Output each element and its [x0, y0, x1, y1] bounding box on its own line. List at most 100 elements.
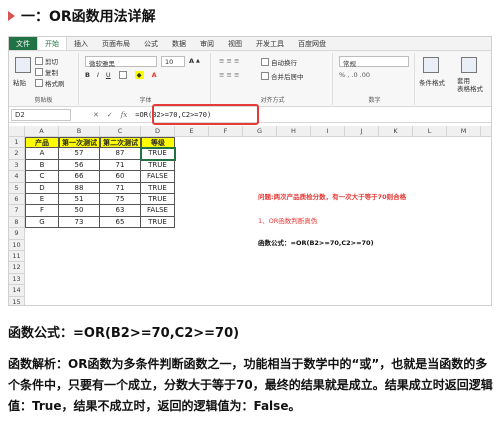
tab-review[interactable]: 审阅: [193, 37, 221, 50]
fill-color-button[interactable]: ◆: [134, 71, 144, 79]
align-top-buttons[interactable]: ≡ ≡ ≡: [219, 57, 239, 65]
table-cell[interactable]: E: [25, 194, 59, 206]
tab-view[interactable]: 视图: [221, 37, 249, 50]
font-name-select[interactable]: 微软雅黑: [85, 56, 157, 68]
border-icon[interactable]: [118, 71, 127, 79]
table-cell[interactable]: TRUE: [141, 216, 175, 229]
table-cell[interactable]: 65: [100, 216, 141, 229]
column-header-m[interactable]: M: [447, 126, 481, 137]
font-size-select[interactable]: 10: [161, 56, 185, 67]
column-header-c[interactable]: C: [100, 126, 141, 137]
table-cell[interactable]: 51: [59, 194, 100, 206]
copy-button[interactable]: 复制: [35, 67, 58, 77]
column-header-l[interactable]: L: [413, 126, 447, 137]
tab-insert[interactable]: 插入: [67, 37, 95, 50]
row-header-14[interactable]: 14: [9, 285, 25, 297]
table-cell[interactable]: 75: [100, 194, 141, 206]
row-header-12[interactable]: 12: [9, 262, 25, 274]
table-cell[interactable]: TRUE: [141, 194, 175, 206]
row-header-5[interactable]: 5: [9, 182, 25, 194]
column-header-e[interactable]: E: [175, 126, 209, 137]
number-format-select[interactable]: 常规: [339, 56, 409, 68]
table-header-cell[interactable]: 第二次测试: [100, 137, 141, 149]
copy-label: 复制: [45, 69, 58, 77]
row-header-2[interactable]: 2: [9, 148, 25, 160]
table-cell[interactable]: 87: [100, 148, 141, 160]
column-header-n[interactable]: N: [481, 126, 491, 137]
table-cell[interactable]: 60: [100, 171, 141, 183]
table-cell[interactable]: 73: [59, 216, 100, 229]
merge-center-button[interactable]: 合并后居中: [261, 71, 304, 81]
row-header-6[interactable]: 6: [9, 194, 25, 206]
font-color-button[interactable]: A: [152, 71, 157, 79]
row-header-15[interactable]: 15: [9, 296, 25, 305]
row-header-10[interactable]: 10: [9, 239, 25, 251]
formula-paragraph: 函数公式：=OR(B2>=70,C2>=70): [8, 326, 240, 341]
underline-button[interactable]: U: [106, 71, 111, 79]
paste-button[interactable]: 粘贴: [13, 77, 26, 87]
row-header-1[interactable]: 1: [9, 137, 25, 149]
table-header-cell[interactable]: 第一次测试: [59, 137, 100, 149]
column-header-h[interactable]: H: [277, 126, 311, 137]
insert-function-icon[interactable]: fx: [121, 111, 128, 119]
tab-home[interactable]: 开始: [37, 37, 67, 50]
table-cell[interactable]: C: [25, 171, 59, 183]
table-cell[interactable]: D: [25, 182, 59, 194]
name-box[interactable]: D2: [11, 108, 71, 121]
table-cell[interactable]: 63: [100, 205, 141, 217]
font-grow-button[interactable]: A ▲: [189, 57, 200, 65]
tab-data[interactable]: 数据: [165, 37, 193, 50]
table-cell[interactable]: 57: [59, 148, 100, 160]
table-cell[interactable]: B: [25, 159, 59, 172]
table-cell[interactable]: FALSE: [141, 205, 175, 217]
conditional-format-button[interactable]: 条件格式: [419, 77, 445, 87]
tab-developer[interactable]: 开发工具: [249, 37, 291, 50]
table-cell[interactable]: 88: [59, 182, 100, 194]
table-cell[interactable]: 56: [59, 159, 100, 172]
cancel-icon[interactable]: ✕: [93, 111, 99, 119]
table-cell[interactable]: 50: [59, 205, 100, 217]
table-cell[interactable]: FALSE: [141, 171, 175, 183]
table-cell[interactable]: TRUE: [141, 159, 175, 172]
table-header-cell[interactable]: 产品: [25, 137, 59, 149]
column-header-g[interactable]: G: [243, 126, 277, 137]
table-header-cell[interactable]: 等级: [141, 137, 175, 149]
table-cell[interactable]: F: [25, 205, 59, 217]
row-header-8[interactable]: 8: [9, 216, 25, 229]
cut-button[interactable]: 剪切: [35, 56, 58, 66]
table-cell[interactable]: 71: [100, 159, 141, 172]
table-cell[interactable]: TRUE: [141, 182, 175, 194]
heading-text: 一：OR函数用法详解: [21, 9, 156, 25]
tab-page-layout[interactable]: 页面布局: [95, 37, 137, 50]
table-cell[interactable]: 71: [100, 182, 141, 194]
row-header-9[interactable]: 9: [9, 228, 25, 240]
bold-button[interactable]: B: [85, 71, 90, 79]
row-header-4[interactable]: 4: [9, 171, 25, 183]
column-header-b[interactable]: B: [59, 126, 100, 137]
row-header-11[interactable]: 11: [9, 251, 25, 263]
table-cell[interactable]: A: [25, 148, 59, 160]
table-cell[interactable]: 66: [59, 171, 100, 183]
row-header-3[interactable]: 3: [9, 159, 25, 172]
enter-icon[interactable]: ✓: [107, 111, 113, 119]
column-header-a[interactable]: A: [25, 126, 59, 137]
format-painter-button[interactable]: 格式刷: [35, 78, 65, 88]
row-header-7[interactable]: 7: [9, 205, 25, 217]
tab-file[interactable]: 文件: [9, 37, 37, 50]
tab-baidu-netdisk[interactable]: 百度网盘: [291, 37, 333, 50]
italic-button[interactable]: I: [97, 71, 99, 79]
align-horizontal-buttons[interactable]: ≡ ≡ ≡: [219, 71, 239, 79]
column-header-i[interactable]: I: [311, 126, 345, 137]
table-cell[interactable]: G: [25, 216, 59, 229]
column-header-k[interactable]: K: [379, 126, 413, 137]
column-header-j[interactable]: J: [345, 126, 379, 137]
column-header-f[interactable]: F: [209, 126, 243, 137]
row-header-13[interactable]: 13: [9, 273, 25, 286]
table-cell[interactable]: TRUE: [140, 147, 176, 161]
table-format-button[interactable]: 套用 表格格式: [457, 77, 483, 93]
number-format-buttons[interactable]: % , .0 .00: [339, 71, 370, 79]
select-all-corner[interactable]: [9, 126, 25, 137]
tab-formulas[interactable]: 公式: [137, 37, 165, 50]
wrap-text-button[interactable]: 自动换行: [261, 57, 297, 67]
column-header-d[interactable]: D: [141, 126, 175, 137]
